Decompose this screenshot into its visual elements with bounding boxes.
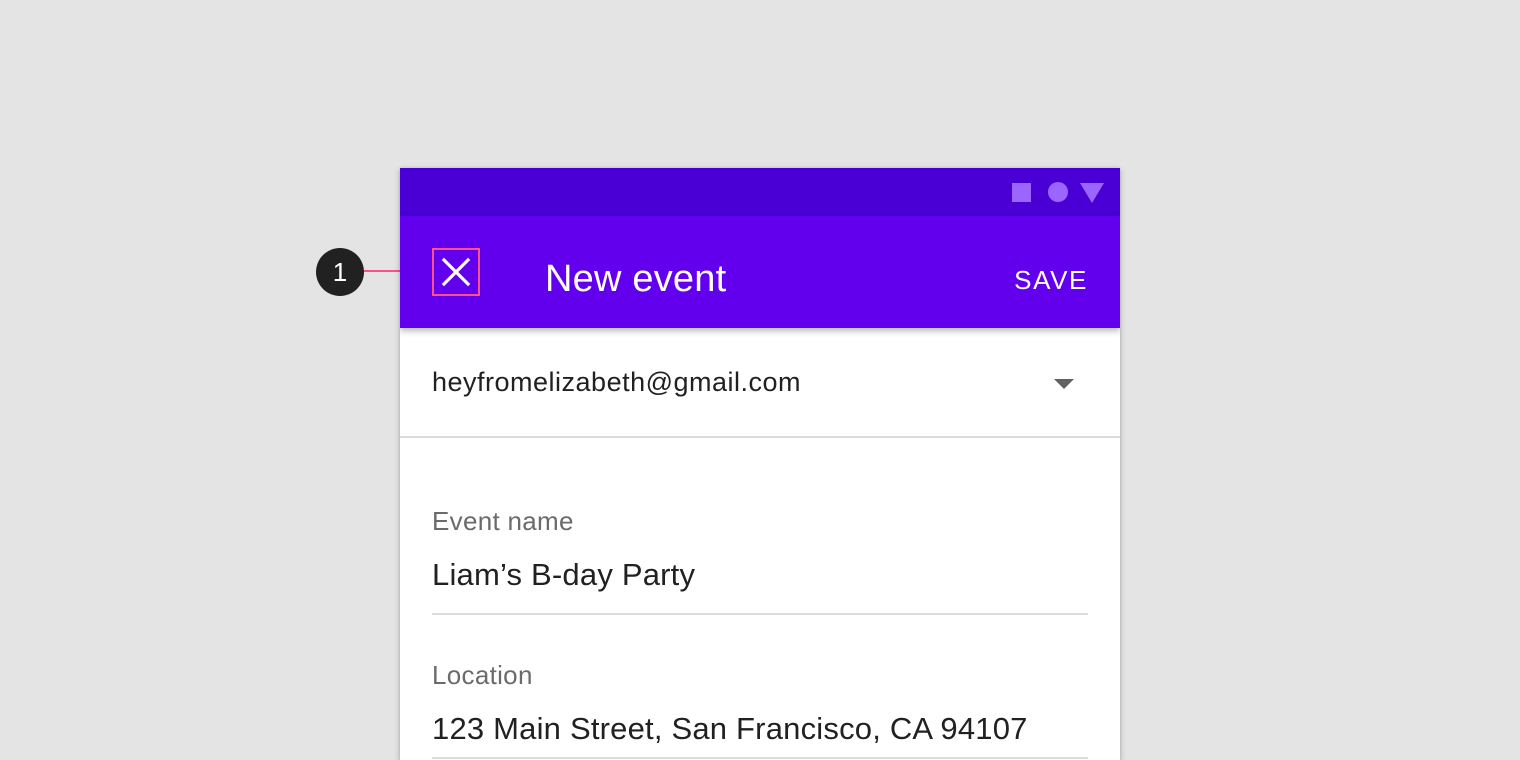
field-value: Liam’s B-day Party <box>432 557 696 592</box>
account-email: heyfromelizabeth@gmail.com <box>432 367 802 397</box>
dropdown-arrow-icon <box>1054 379 1074 389</box>
page-title: New event <box>545 258 727 300</box>
account-selector[interactable]: heyfromelizabeth@gmail.com <box>400 328 1120 438</box>
top-app-bar: New event SAVE <box>400 216 1120 328</box>
app-screen: New event SAVE heyfromelizabeth@gmail.co… <box>400 168 1120 760</box>
field-label: Location <box>432 660 533 690</box>
square-icon <box>1012 183 1031 202</box>
callout-marker: 1 <box>316 248 364 296</box>
circle-icon <box>1048 182 1068 202</box>
field-underline <box>432 757 1088 759</box>
close-button[interactable] <box>432 248 480 296</box>
location-field[interactable]: Location 123 Main Street, San Francisco,… <box>432 659 1088 760</box>
triangle-icon <box>1080 183 1104 203</box>
close-icon <box>441 257 471 287</box>
event-name-field[interactable]: Event name Liam’s B-day Party <box>432 505 1088 615</box>
save-button[interactable]: SAVE <box>1014 264 1088 296</box>
field-label: Event name <box>432 506 574 536</box>
field-value: 123 Main Street, San Francisco, CA 94107 <box>432 711 1028 746</box>
field-underline <box>432 613 1088 615</box>
status-bar <box>400 168 1120 216</box>
